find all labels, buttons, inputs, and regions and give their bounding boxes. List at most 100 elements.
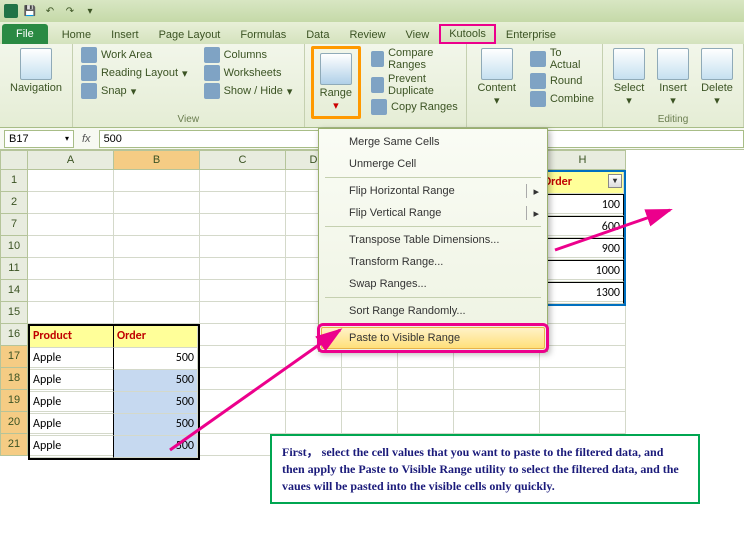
navigation-button[interactable]: Navigation — [6, 46, 66, 96]
row-16[interactable]: 16 — [0, 324, 28, 346]
menu-flip-vertical[interactable]: Flip Vertical Range — [321, 202, 545, 224]
row-10[interactable]: 10 — [0, 236, 28, 258]
tab-file[interactable]: File — [2, 24, 48, 44]
columns-button[interactable]: Columns — [202, 46, 295, 64]
row-15[interactable]: 15 — [0, 302, 28, 324]
work-area-button[interactable]: Work Area — [79, 46, 190, 64]
combine-button[interactable]: Combine — [528, 90, 596, 108]
excel-icon — [4, 4, 18, 18]
row-17[interactable]: 17 — [0, 346, 28, 368]
columns-icon — [204, 47, 220, 63]
round-icon — [530, 73, 546, 89]
row-14[interactable]: 14 — [0, 280, 28, 302]
menu-separator — [325, 297, 541, 298]
title-bar: 💾 ↶ ↷ ▾ — [0, 0, 744, 22]
chevron-down-icon: ▾ — [287, 85, 293, 98]
gh-cell[interactable]: 100 — [540, 195, 624, 216]
gh-cell[interactable]: 1300 — [540, 283, 624, 304]
menu-flip-horizontal[interactable]: Flip Horizontal Range — [321, 180, 545, 202]
snap-button[interactable]: Snap ▾ — [79, 82, 190, 100]
ab-cell-selected[interactable]: 500 — [114, 392, 198, 414]
chevron-down-icon: ▾ — [65, 134, 69, 143]
ab-cell[interactable]: Apple — [30, 348, 114, 370]
ab-cell[interactable]: Apple — [30, 370, 114, 392]
menu-transpose[interactable]: Transpose Table Dimensions... — [321, 229, 545, 251]
gh-cell[interactable]: 900 — [540, 239, 624, 260]
qat-redo-icon[interactable]: ↷ — [62, 3, 78, 19]
col-A[interactable]: A — [28, 150, 114, 170]
gh-cell[interactable]: 1000 — [540, 261, 624, 282]
delete-button[interactable]: Delete▾ — [697, 46, 737, 109]
range-label: Range▾ — [320, 87, 352, 112]
round-button[interactable]: Round — [528, 72, 596, 90]
col-B[interactable]: B — [114, 150, 200, 170]
row-1[interactable]: 1 — [0, 170, 28, 192]
tab-review[interactable]: Review — [339, 26, 395, 44]
row-2[interactable]: 2 — [0, 192, 28, 214]
group-content: Content▾ To Actual Round Combine — [467, 44, 603, 127]
compare-ranges-button[interactable]: Compare Ranges — [369, 46, 460, 72]
actual-icon — [530, 51, 546, 67]
ab-header-product: Product — [30, 326, 114, 348]
group-view-label: View — [79, 112, 298, 127]
range-dropdown-menu: Merge Same Cells Unmerge Cell Flip Horiz… — [318, 128, 548, 352]
delete-icon — [701, 48, 733, 80]
source-table: Product Order Apple500 Apple500 Apple500… — [28, 324, 200, 460]
show-hide-button[interactable]: Show / Hide ▾ — [202, 82, 295, 100]
row-20[interactable]: 20 — [0, 412, 28, 434]
ab-cell[interactable]: Apple — [30, 392, 114, 414]
gh-cell[interactable]: 600 — [540, 217, 624, 238]
insert-button[interactable]: Insert▾ — [653, 46, 693, 109]
name-box[interactable]: B17▾ — [4, 130, 74, 148]
row-7[interactable]: 7 — [0, 214, 28, 236]
qat-dropdown-icon[interactable]: ▾ — [82, 3, 98, 19]
row-21[interactable]: 21 — [0, 434, 28, 456]
menu-swap[interactable]: Swap Ranges... — [321, 273, 545, 295]
content-button[interactable]: Content▾ — [473, 46, 520, 109]
col-C[interactable]: C — [200, 150, 286, 170]
copy-ranges-button[interactable]: Copy Ranges — [369, 98, 460, 116]
select-button[interactable]: Select▾ — [609, 46, 649, 109]
row-19[interactable]: 19 — [0, 390, 28, 412]
menu-separator — [325, 177, 541, 178]
tab-enterprise[interactable]: Enterprise — [496, 26, 566, 44]
menu-paste-visible[interactable]: Paste to Visible Range — [321, 327, 545, 349]
ribbon-tabs: File Home Insert Page Layout Formulas Da… — [0, 22, 744, 44]
qat-save-icon[interactable]: 💾 — [22, 3, 38, 19]
chevron-down-icon: ▾ — [131, 85, 137, 98]
ab-cell-selected[interactable]: 500 — [114, 370, 198, 392]
copy-icon — [371, 99, 387, 115]
menu-merge-cells[interactable]: Merge Same Cells — [321, 131, 545, 153]
prevent-duplicate-button[interactable]: Prevent Duplicate — [369, 72, 460, 98]
snap-icon — [81, 83, 97, 99]
ab-cell-selected[interactable]: 500 — [114, 348, 198, 370]
to-actual-button[interactable]: To Actual — [528, 46, 596, 72]
worksheets-button[interactable]: Worksheets — [202, 64, 295, 82]
ab-cell[interactable]: Apple — [30, 414, 114, 436]
fx-icon[interactable]: fx — [82, 133, 91, 145]
row-11[interactable]: 11 — [0, 258, 28, 280]
ab-cell-selected[interactable]: 500 — [114, 414, 198, 436]
tab-home[interactable]: Home — [52, 26, 101, 44]
menu-transform[interactable]: Transform Range... — [321, 251, 545, 273]
tab-page-layout[interactable]: Page Layout — [149, 26, 231, 44]
tab-view[interactable]: View — [396, 26, 440, 44]
tab-kutools[interactable]: Kutools — [439, 24, 496, 44]
insert-icon — [657, 48, 689, 80]
group-editing-label: Editing — [609, 112, 737, 127]
tab-formulas[interactable]: Formulas — [230, 26, 296, 44]
reading-layout-button[interactable]: Reading Layout ▾ — [79, 64, 190, 82]
filter-button-order[interactable] — [608, 174, 622, 188]
tab-data[interactable]: Data — [296, 26, 339, 44]
menu-sort-random[interactable]: Sort Range Randomly... — [321, 300, 545, 322]
tab-insert[interactable]: Insert — [101, 26, 149, 44]
qat-undo-icon[interactable]: ↶ — [42, 3, 58, 19]
row-18[interactable]: 18 — [0, 368, 28, 390]
content-label: Content▾ — [477, 82, 516, 107]
menu-unmerge-cell[interactable]: Unmerge Cell — [321, 153, 545, 175]
range-button[interactable]: Range▾ — [316, 51, 356, 114]
ab-cell[interactable]: Apple — [30, 436, 114, 458]
col-H[interactable]: H — [540, 150, 626, 170]
ab-cell-selected[interactable]: 500 — [114, 436, 198, 458]
select-all-corner[interactable] — [0, 150, 28, 170]
